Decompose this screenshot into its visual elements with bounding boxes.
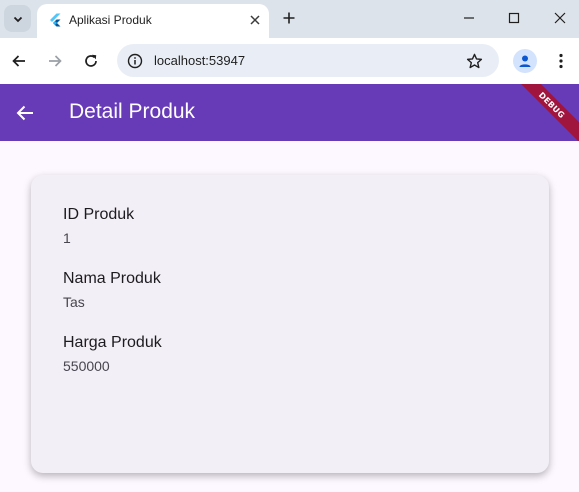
flutter-logo-icon (50, 13, 61, 27)
bookmark-button[interactable] (463, 50, 485, 72)
forward-button[interactable] (43, 49, 67, 73)
back-button[interactable] (7, 49, 31, 73)
arrow-right-icon (49, 55, 62, 67)
close-window-button[interactable] (545, 4, 575, 32)
browser-tab-strip: Aplikasi Produk (0, 0, 579, 38)
field-label: Nama Produk (63, 270, 161, 287)
field-label: ID Produk (63, 206, 135, 223)
info-icon (127, 53, 142, 68)
arrow-left-icon (12, 55, 25, 67)
reload-icon (85, 54, 97, 67)
more-vert-icon (559, 53, 563, 69)
field-value: 550000 (63, 358, 110, 374)
new-tab-button[interactable] (278, 7, 300, 29)
tab-title: Aplikasi Produk (69, 13, 152, 27)
profile-button[interactable] (513, 49, 537, 73)
person-icon (519, 55, 531, 67)
maximize-button[interactable] (499, 4, 529, 32)
debug-banner-label: DEBUG (537, 90, 567, 120)
debug-banner: DEBUG (508, 84, 579, 141)
close-icon (554, 12, 566, 24)
close-icon (250, 15, 260, 25)
page-title: Detail Produk (69, 100, 196, 123)
app-bar: Detail Produk DEBUG (0, 84, 579, 141)
maximize-icon (508, 12, 520, 24)
plus-icon (283, 12, 295, 24)
field-value: 1 (63, 230, 71, 246)
app-back-button[interactable] (12, 100, 38, 126)
arrow-left-icon (16, 105, 33, 121)
site-info-button[interactable] (123, 49, 146, 72)
field-harga-produk: Harga Produk 550000 (63, 334, 162, 374)
reload-button[interactable] (79, 49, 103, 73)
minimize-icon (464, 17, 474, 19)
field-label: Harga Produk (63, 334, 162, 351)
product-detail-card: ID Produk 1 Nama Produk Tas Harga Produk… (31, 175, 549, 473)
tab-close-button[interactable] (245, 10, 265, 30)
url-text: localhost:53947 (154, 53, 246, 68)
browser-menu-button[interactable] (551, 49, 571, 73)
star-icon (466, 53, 482, 68)
chevron-down-icon (13, 16, 22, 22)
address-bar[interactable]: localhost:53947 (117, 44, 499, 77)
minimize-button[interactable] (454, 4, 484, 32)
field-nama-produk: Nama Produk Tas (63, 270, 161, 310)
browser-toolbar: localhost:53947 (0, 38, 579, 84)
browser-tab[interactable]: Aplikasi Produk (37, 4, 269, 38)
tab-search-button[interactable] (4, 5, 31, 32)
field-value: Tas (63, 294, 85, 310)
field-id-produk: ID Produk 1 (63, 206, 134, 246)
